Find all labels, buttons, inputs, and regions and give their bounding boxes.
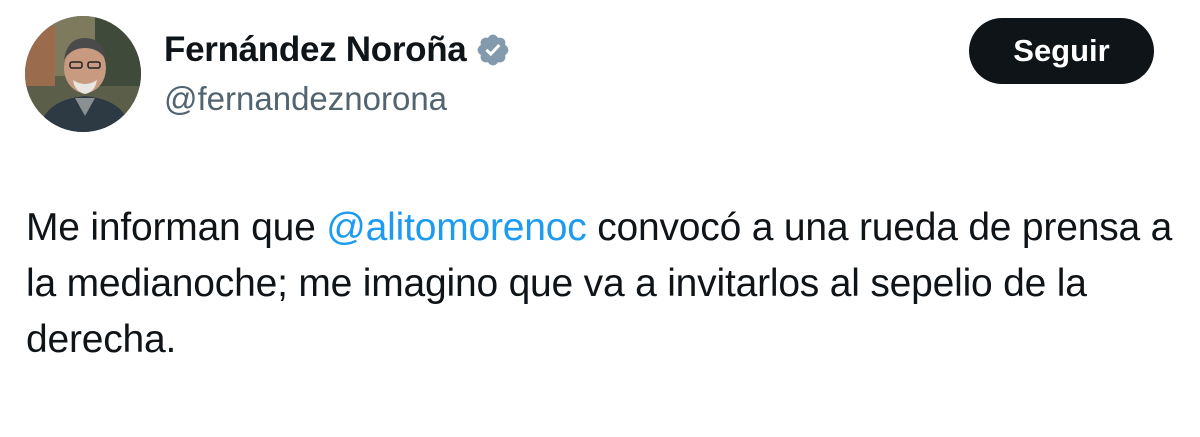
avatar-photo (25, 16, 141, 132)
tweet-card: Fernández Noroña @fernandeznorona Seguir… (0, 0, 1200, 437)
tweet-text: Me informan que @alitomorenoc convocó a … (26, 200, 1176, 368)
author-display-name[interactable]: Fernández Noroña (164, 28, 467, 72)
verified-badge-icon (475, 32, 511, 68)
mention-link[interactable]: @alitomorenoc (326, 206, 586, 249)
author-name-row: Fernández Noroña (164, 28, 511, 72)
tweet-text-before: Me informan que (26, 206, 327, 249)
author-handle[interactable]: @fernandeznorona (164, 78, 447, 120)
avatar[interactable] (25, 16, 141, 132)
follow-button[interactable]: Seguir (969, 18, 1154, 84)
